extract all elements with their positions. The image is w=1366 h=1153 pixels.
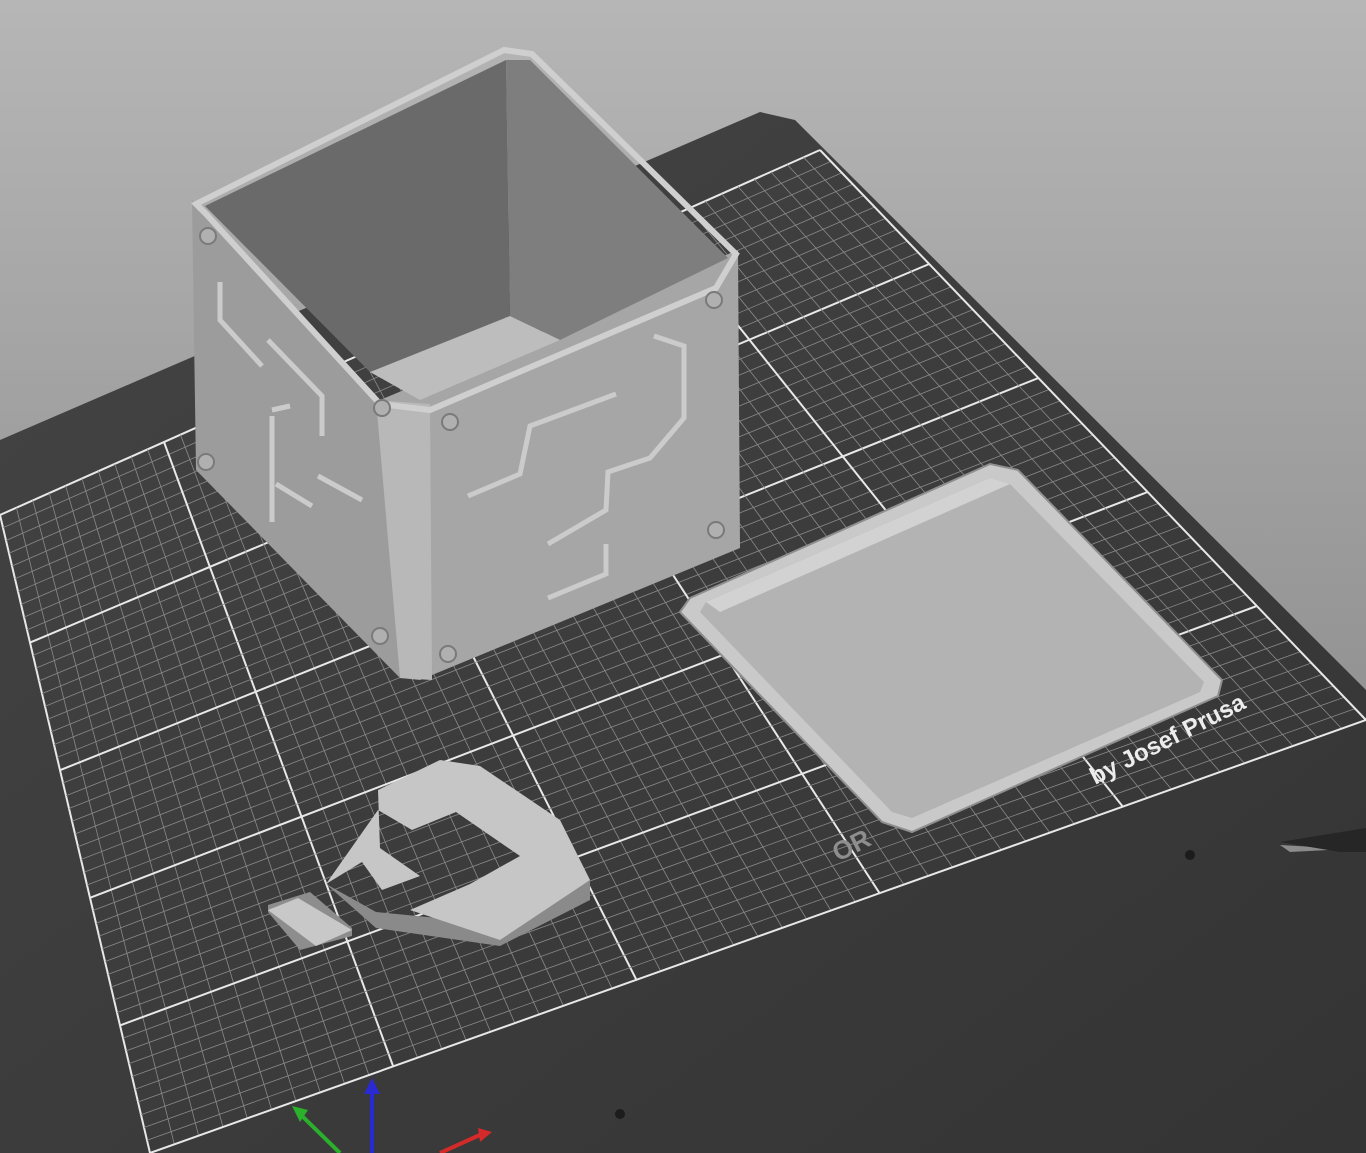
3d-viewport[interactable]: by Josef Prusa OR <box>0 0 1366 1153</box>
scene-canvas[interactable]: by Josef Prusa OR <box>0 0 1366 1153</box>
bed-screw-hole <box>1185 850 1195 860</box>
bed-screw-hole <box>615 1109 625 1119</box>
